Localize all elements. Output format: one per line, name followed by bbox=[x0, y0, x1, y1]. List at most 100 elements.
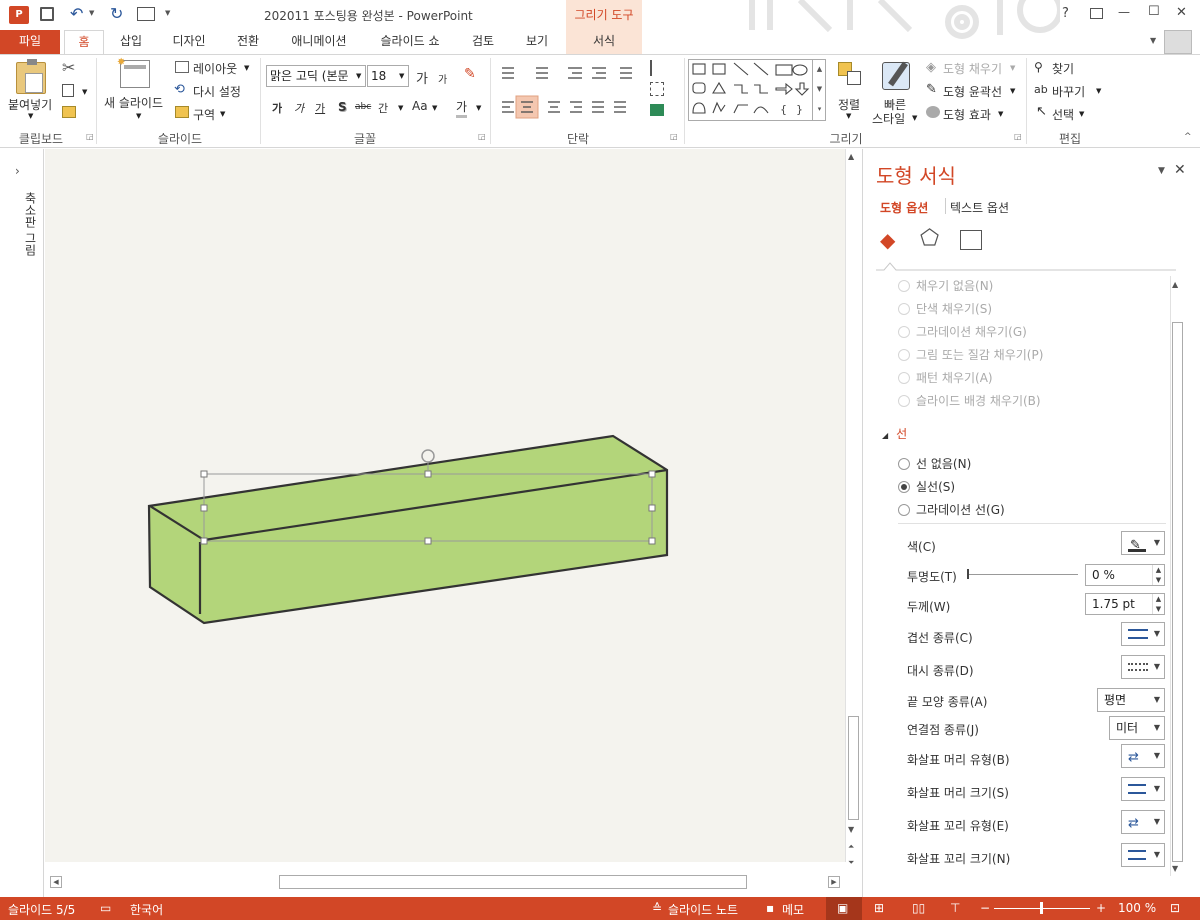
quick-styles-dropdown-icon[interactable]: ▼ bbox=[912, 114, 917, 122]
quick-styles-icon[interactable] bbox=[882, 61, 910, 90]
begin-arrow-type-dropdown[interactable]: ⇄ ▼ bbox=[1121, 744, 1165, 768]
line-spacing-icon[interactable] bbox=[616, 64, 634, 80]
replace-button[interactable]: 바꾸기 bbox=[1052, 83, 1085, 100]
tab-file[interactable]: 파일 bbox=[0, 30, 60, 54]
shape-outline-dropdown-icon[interactable]: ▼ bbox=[1010, 87, 1015, 95]
width-input[interactable]: 1.75 pt ▲ ▼ bbox=[1085, 593, 1165, 615]
font-size-dropdown-icon[interactable]: ▼ bbox=[399, 72, 404, 80]
justify-icon[interactable] bbox=[562, 98, 580, 114]
find-button[interactable]: 찾기 bbox=[1052, 60, 1074, 77]
increase-indent-icon[interactable] bbox=[590, 64, 608, 80]
shape-fill-button[interactable]: 도형 채우기 bbox=[943, 60, 1002, 77]
strikethrough-button[interactable]: abc bbox=[355, 102, 371, 112]
fill-option-solid[interactable]: 단색 채우기(S) bbox=[898, 300, 992, 317]
tab-insert[interactable]: 삽입 bbox=[110, 30, 152, 54]
customize-qat-icon[interactable]: ▼ bbox=[165, 9, 170, 17]
reset-icon[interactable]: ⟲ bbox=[174, 82, 185, 97]
shape-fill-icon[interactable]: ◈ bbox=[926, 60, 936, 75]
expand-thumbnails-icon[interactable]: › bbox=[15, 164, 20, 178]
close-button[interactable]: ✕ bbox=[1176, 5, 1187, 20]
align-center-icon[interactable] bbox=[516, 96, 538, 118]
new-slide-button[interactable]: 새 슬라이드 bbox=[104, 94, 163, 111]
pane-scroll-down-icon[interactable]: ▼ bbox=[1172, 864, 1178, 873]
layout-icon[interactable] bbox=[175, 61, 189, 73]
undo-icon[interactable]: ↶ bbox=[70, 4, 83, 23]
paste-dropdown-icon[interactable]: ▼ bbox=[28, 112, 33, 120]
layout-button[interactable]: 레이아웃 bbox=[193, 60, 237, 77]
arrange-dropdown-icon[interactable]: ▼ bbox=[846, 112, 851, 120]
smartart-icon[interactable] bbox=[650, 104, 664, 116]
font-color-button[interactable]: 가 bbox=[456, 98, 468, 118]
font-name-box[interactable]: 맑은 고딕 (본문 bbox=[266, 65, 366, 87]
pane-close-icon[interactable]: ✕ bbox=[1174, 162, 1186, 178]
previous-slide-icon[interactable]: ⏶ bbox=[848, 842, 854, 852]
align-text-icon[interactable] bbox=[650, 82, 664, 96]
align-left-icon[interactable] bbox=[497, 98, 515, 114]
find-icon[interactable]: ⚲ bbox=[1034, 60, 1043, 74]
columns-icon[interactable] bbox=[615, 98, 633, 114]
user-account-dropdown[interactable]: ▼ bbox=[1150, 36, 1156, 45]
new-slide-dropdown-icon[interactable]: ▼ bbox=[136, 112, 141, 120]
comments-button[interactable]: 메모 bbox=[782, 901, 804, 918]
format-painter-icon[interactable] bbox=[62, 106, 76, 118]
pane-scroll-thumb[interactable] bbox=[1172, 322, 1183, 862]
shape-outline-button[interactable]: 도형 윤곽선 bbox=[943, 83, 1002, 100]
copy-icon[interactable] bbox=[62, 84, 74, 97]
ribbon-display-options-icon[interactable] bbox=[1090, 8, 1103, 19]
tab-slideshow[interactable]: 슬라이드 쇼 bbox=[370, 30, 450, 54]
minimize-button[interactable]: — bbox=[1118, 5, 1130, 19]
align-right-icon[interactable] bbox=[541, 98, 559, 114]
layout-dropdown-icon[interactable]: ▼ bbox=[244, 64, 249, 72]
select-dropdown-icon[interactable]: ▼ bbox=[1079, 110, 1084, 118]
language-indicator[interactable]: 한국어 bbox=[130, 901, 163, 918]
join-type-dropdown[interactable]: 미터 ▼ bbox=[1109, 716, 1165, 740]
bullets-icon[interactable] bbox=[497, 64, 515, 80]
zoom-slider-thumb[interactable] bbox=[1040, 902, 1043, 914]
slideshow-icon[interactable] bbox=[137, 7, 155, 21]
shape-effects-dropdown-icon[interactable]: ▼ bbox=[998, 110, 1003, 118]
font-name-dropdown-icon[interactable]: ▼ bbox=[356, 72, 361, 80]
numbering-icon[interactable] bbox=[532, 64, 550, 80]
reading-view-icon[interactable]: ▯▯ bbox=[912, 901, 925, 915]
shape-outline-icon[interactable]: ✎ bbox=[926, 82, 937, 97]
transparency-input[interactable]: 0 % ▲ ▼ bbox=[1085, 564, 1165, 586]
tab-transitions[interactable]: 전환 bbox=[226, 30, 270, 54]
tab-animations[interactable]: 애니메이션 bbox=[280, 30, 358, 54]
arrange-button[interactable]: 정렬 bbox=[838, 96, 860, 113]
grow-font-button[interactable]: 가 bbox=[416, 68, 428, 87]
replace-dropdown-icon[interactable]: ▼ bbox=[1096, 87, 1101, 95]
begin-arrow-size-dropdown[interactable]: ▼ bbox=[1121, 777, 1165, 801]
size-properties-icon[interactable] bbox=[960, 230, 982, 250]
transparency-slider[interactable] bbox=[968, 574, 1078, 575]
tab-home[interactable]: 홈 bbox=[64, 30, 104, 54]
paragraph-launcher-icon[interactable]: ◲ bbox=[670, 132, 678, 141]
notes-button[interactable]: 슬라이드 노트 bbox=[668, 901, 738, 918]
tab-view[interactable]: 보기 bbox=[516, 30, 558, 54]
font-color-dropdown-icon[interactable]: ▼ bbox=[476, 104, 481, 112]
copy-dropdown-icon[interactable]: ▼ bbox=[82, 88, 87, 96]
section-icon[interactable] bbox=[175, 106, 189, 118]
scroll-down-icon[interactable]: ▼ bbox=[848, 825, 854, 834]
distributed-icon[interactable] bbox=[585, 98, 603, 114]
italic-button[interactable]: 가 bbox=[294, 100, 304, 116]
fill-line-icon[interactable]: ◆ bbox=[880, 228, 895, 252]
new-slide-icon[interactable]: ✸ bbox=[117, 57, 150, 88]
reset-button[interactable]: 다시 설정 bbox=[193, 83, 241, 100]
shape-effects-button[interactable]: 도형 효과 bbox=[943, 106, 991, 123]
tab-review[interactable]: 검토 bbox=[462, 30, 504, 54]
end-arrow-size-dropdown[interactable]: ▼ bbox=[1121, 843, 1165, 867]
shape-fill-dropdown-icon[interactable]: ▼ bbox=[1010, 64, 1015, 72]
clipboard-launcher-icon[interactable]: ◲ bbox=[86, 132, 94, 141]
redo-icon[interactable]: ↻ bbox=[110, 4, 123, 23]
slide-sorter-icon[interactable]: ⊞ bbox=[874, 901, 884, 915]
cap-type-dropdown[interactable]: 평면 ▼ bbox=[1097, 688, 1165, 712]
change-case-dropdown-icon[interactable]: ▼ bbox=[432, 104, 437, 112]
line-option-solid[interactable]: 실선(S) bbox=[898, 478, 955, 495]
paste-button[interactable]: 붙여넣기 bbox=[8, 96, 52, 113]
arrange-icon[interactable] bbox=[838, 62, 862, 88]
section-button[interactable]: 구역 bbox=[193, 106, 215, 123]
compound-type-dropdown[interactable]: ▼ bbox=[1121, 622, 1165, 646]
select-button[interactable]: 선택 bbox=[1052, 106, 1074, 123]
maximize-button[interactable]: ☐ bbox=[1148, 4, 1160, 19]
change-case-button[interactable]: Aa bbox=[412, 99, 428, 113]
